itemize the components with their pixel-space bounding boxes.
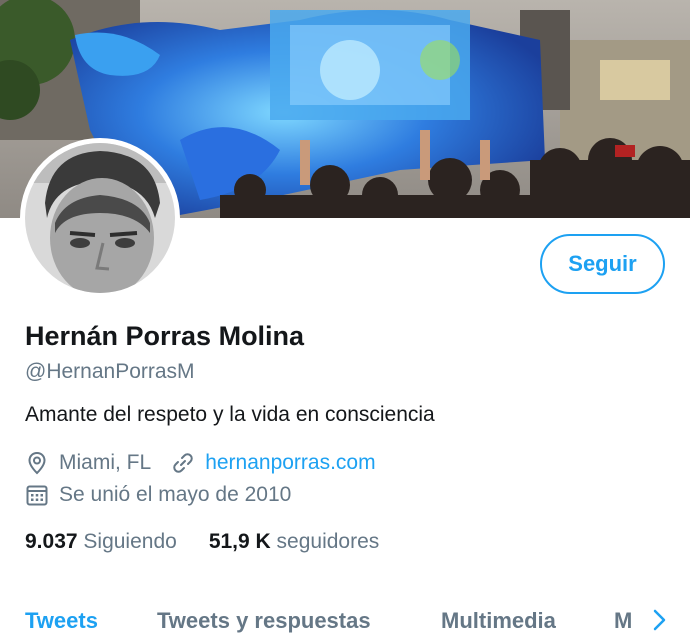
followers-count: 51,9 K [208,530,271,553]
link-icon [171,451,195,475]
location-pin-icon [25,451,49,475]
profile-stats: 9.037 Siguiendo 51,9 K seguidores [25,530,411,554]
profile-location: Miami, FL [59,451,152,474]
profile-name: Hernán Porras Molina [25,321,305,351]
profile-meta-location-row: Miami, FL hernanporras.com [25,451,376,475]
tab-multimedia[interactable]: Multimedia [441,608,556,634]
profile-avatar[interactable] [20,138,180,298]
chevron-right-icon[interactable] [650,606,670,634]
tab-tweets[interactable]: Tweets [25,608,98,634]
follow-button[interactable]: Seguir [540,234,665,294]
following-stat[interactable]: 9.037 Siguiendo [25,530,177,554]
profile-bio: Amante del respeto y la vida en conscien… [25,403,435,426]
followers-stat[interactable]: 51,9 K seguidores [209,530,379,554]
following-count: 9.037 [25,530,78,553]
profile-joined-date: Se unió el mayo de 2010 [59,483,292,506]
following-label: Siguiendo [83,530,177,553]
tab-me-gusta[interactable]: M [614,608,634,634]
profile-tabs: Tweets Tweets y respuestas Multimedia M [0,600,690,644]
tab-tweets-replies[interactable]: Tweets y respuestas [157,608,371,634]
profile-website-link[interactable]: hernanporras.com [205,451,375,475]
profile-meta-joined-row: Se unió el mayo de 2010 [25,483,291,507]
profile-handle: @HernanPorrasM [25,360,195,383]
followers-label: seguidores [276,530,380,553]
calendar-icon [25,483,49,507]
